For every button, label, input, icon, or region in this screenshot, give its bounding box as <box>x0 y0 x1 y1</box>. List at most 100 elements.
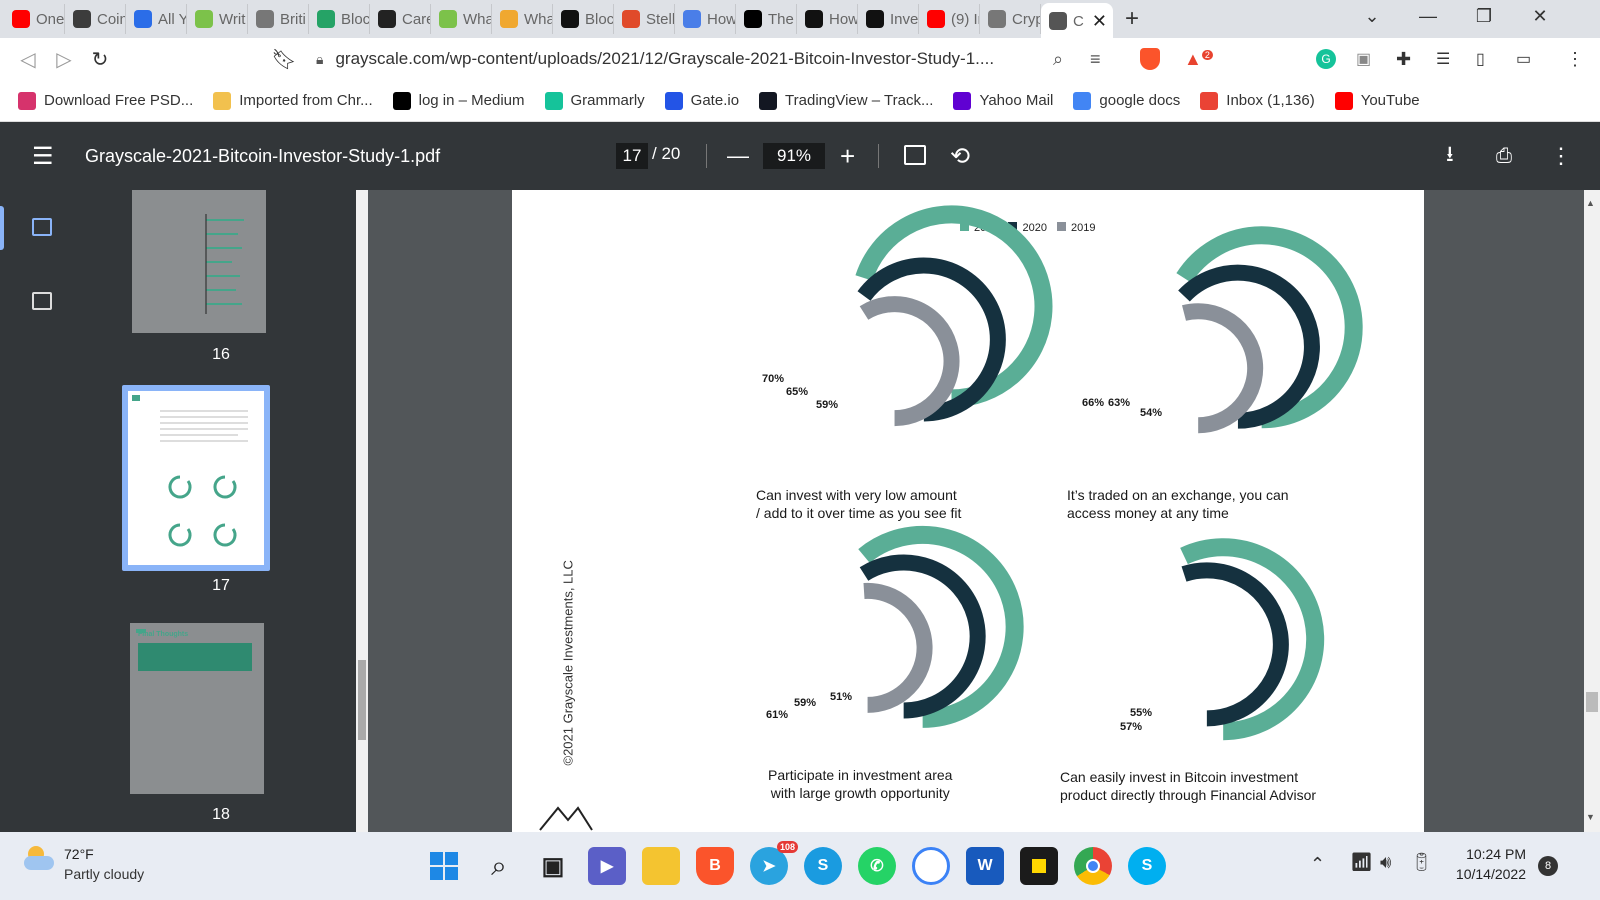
page-thumbnail[interactable] <box>128 391 264 565</box>
browser-tab[interactable]: C ✕ <box>1041 3 1113 39</box>
zoom-search-icon[interactable]: ⌕ <box>1053 49 1063 70</box>
browser-tab[interactable]: The <box>736 4 797 34</box>
browser-tab[interactable]: Cryp <box>980 4 1041 34</box>
sidebar-toggle-icon[interactable]: ▯ <box>1476 49 1485 69</box>
bookmark-icon[interactable]: 🔖︎ <box>266 47 302 72</box>
bookmark-item[interactable]: Yahoo Mail <box>953 91 1053 110</box>
print-icon[interactable]: ⎙ <box>1496 145 1512 168</box>
browser-tab[interactable]: Bloc <box>553 4 614 34</box>
viewer-scrollbar[interactable]: ▲ ▼ <box>1584 190 1600 832</box>
skype-alt-icon[interactable]: S <box>1128 847 1166 885</box>
more-options-icon[interactable]: ⋮ <box>1550 143 1572 169</box>
puzzle-extensions-icon[interactable]: ✚ <box>1396 49 1411 70</box>
url-field[interactable]: 🔒︎ grayscale.com/wp-content/uploads/2021… <box>316 42 1088 76</box>
browser-tab[interactable]: Bloc <box>309 4 370 34</box>
browser-tab[interactable]: (9) Ir <box>919 4 980 34</box>
close-tab-icon[interactable]: ✕ <box>1092 11 1107 32</box>
battery-icon[interactable]: 🔋︎ <box>1410 852 1433 873</box>
bookmark-item[interactable]: log in – Medium <box>392 91 525 110</box>
extension-icon[interactable]: ▣ <box>1356 49 1371 69</box>
brave-shield-icon[interactable] <box>1140 48 1160 70</box>
teams-chat-icon[interactable]: ▶ <box>588 847 626 885</box>
weather-icon[interactable] <box>24 846 56 872</box>
skype-icon[interactable]: S <box>804 847 842 885</box>
signal-icon[interactable] <box>912 847 950 885</box>
brave-taskbar-icon[interactable]: B <box>696 847 734 885</box>
sticky-notes-icon[interactable] <box>1020 847 1058 885</box>
whatsapp-icon[interactable]: ✆ <box>858 847 896 885</box>
media-queue-icon[interactable]: ☰ <box>1436 49 1450 69</box>
volume-icon[interactable]: 🔊︎ <box>1380 852 1391 873</box>
browser-tab[interactable]: Stell <box>614 4 675 34</box>
wifi-icon[interactable]: 📶︎ <box>1350 852 1373 873</box>
brave-rewards-icon[interactable]: ▲ 2 <box>1184 49 1213 70</box>
scroll-down-icon[interactable]: ▼ <box>1586 812 1595 822</box>
word-icon[interactable]: W <box>966 847 1004 885</box>
browser-tab[interactable]: Wha <box>431 4 492 34</box>
sidebar-scrollbar[interactable] <box>356 190 368 832</box>
close-window-button[interactable]: ✕ <box>1512 6 1568 27</box>
fit-page-icon[interactable] <box>904 145 926 165</box>
tab-search-chevron-icon[interactable]: ⌄ <box>1344 6 1400 27</box>
file-explorer-icon[interactable] <box>642 847 680 885</box>
browser-tab[interactable]: Care <box>370 4 431 34</box>
chrome-icon[interactable] <box>1074 847 1112 885</box>
zoom-out-icon[interactable]: — <box>727 143 749 169</box>
start-button[interactable] <box>425 847 463 885</box>
search-icon[interactable]: ⌕ <box>480 847 518 885</box>
tab-label: C <box>1073 12 1084 30</box>
bookmark-item[interactable]: Imported from Chr... <box>213 91 373 110</box>
write-icon <box>439 10 457 28</box>
bookmark-item[interactable]: google docs <box>1073 91 1180 110</box>
hamburger-menu-icon[interactable]: ☰ <box>32 142 54 171</box>
zoom-in-icon[interactable]: + <box>840 141 855 172</box>
clock-time[interactable]: 10:24 PM <box>1436 846 1526 862</box>
browser-tab[interactable]: How <box>675 4 736 34</box>
sidebar-scroll-thumb[interactable] <box>358 660 366 740</box>
grammarly-extension-icon[interactable]: G <box>1316 49 1336 69</box>
clock-date[interactable]: 10/14/2022 <box>1436 866 1526 882</box>
browser-tab[interactable]: Writ <box>187 4 248 34</box>
browser-tab[interactable]: Inve <box>858 4 919 34</box>
reload-icon[interactable]: ↻ <box>82 47 118 72</box>
browser-tab[interactable]: Briti <box>248 4 309 34</box>
back-arrow-icon[interactable]: ◁ <box>10 47 46 72</box>
bookmark-item[interactable]: Grammarly <box>544 91 645 110</box>
show-hidden-icons-chevron-icon[interactable]: ⌃ <box>1310 854 1325 875</box>
bookmark-item[interactable]: Inbox (1,136) <box>1200 91 1315 110</box>
reader-mode-icon[interactable]: ≡ <box>1090 49 1101 70</box>
minimize-button[interactable]: — <box>1400 6 1456 27</box>
page-thumbnail[interactable]: Final Thoughts <box>130 623 264 794</box>
bookmark-item[interactable]: TradingView – Track... <box>759 91 933 110</box>
page-number-input[interactable]: 17 <box>616 143 648 169</box>
browser-tab[interactable]: One <box>4 4 65 34</box>
browser-tab[interactable]: How <box>797 4 858 34</box>
notification-count[interactable]: 8 <box>1538 856 1558 876</box>
new-tab-button[interactable]: + <box>1125 5 1155 33</box>
wallet-icon[interactable]: ▭ <box>1516 49 1531 69</box>
rotate-icon[interactable]: ⟲ <box>950 142 970 171</box>
outline-view-icon[interactable] <box>32 292 52 310</box>
selected-thumbnail-frame[interactable] <box>122 385 270 571</box>
zoom-level-input[interactable]: 91% <box>763 143 825 169</box>
youtube-icon <box>1334 91 1353 110</box>
bookmark-item[interactable]: Gate.io <box>664 91 739 110</box>
thumbnails-view-icon[interactable] <box>32 218 52 236</box>
bookmark-item[interactable]: Download Free PSD... <box>18 91 193 110</box>
browser-menu-icon[interactable]: ⋮ <box>1566 49 1584 70</box>
telegram-icon[interactable]: ➤ 108 <box>750 841 798 885</box>
viewer-scroll-thumb[interactable] <box>1586 692 1598 712</box>
scroll-up-icon[interactable]: ▲ <box>1586 198 1595 208</box>
browser-tab[interactable]: All Y <box>126 4 187 34</box>
bookmark-item[interactable]: YouTube <box>1334 91 1420 110</box>
thumbnail-page-number: 16 <box>212 346 230 363</box>
data-label: 66% <box>1082 397 1104 409</box>
task-view-icon[interactable]: ▣ <box>534 847 572 885</box>
browser-tab[interactable]: Coin <box>65 4 126 34</box>
browser-tab[interactable]: Wha <box>492 4 553 34</box>
page-thumbnail[interactable] <box>132 190 266 333</box>
restore-button[interactable]: ❐ <box>1456 6 1512 27</box>
tab-label: Inve <box>890 10 919 28</box>
download-icon[interactable]: ⭳ <box>1446 137 1454 175</box>
forward-arrow-icon[interactable]: ▷ <box>46 47 82 72</box>
